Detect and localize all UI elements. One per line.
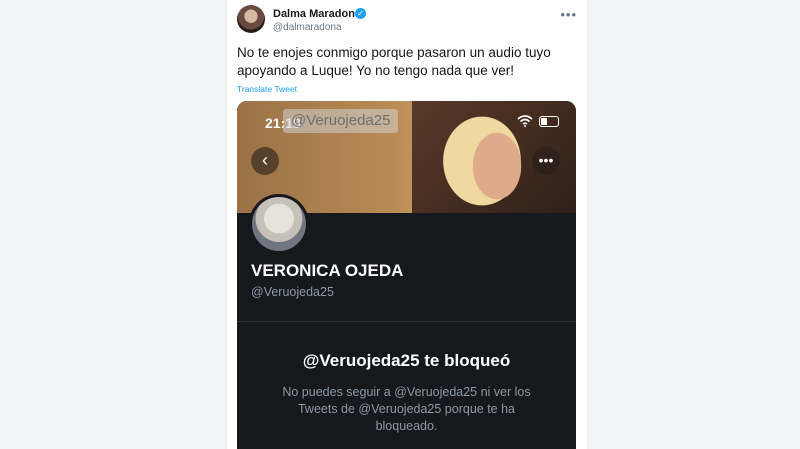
profile-name: VERONICA OJEDA [251,261,404,280]
page-background-left [0,0,226,449]
tweet-media-image[interactable]: 21:19 @Veruojeda25 ‹ ••• VERONICA OJEDA … [237,101,576,449]
options-icon[interactable]: ••• [532,147,560,175]
back-icon[interactable]: ‹ [251,147,279,175]
tweet-text: No te enojes conmigo porque pasaron un a… [237,45,551,78]
blocked-message: No puedes seguir a @Veruojeda25 ni ver l… [282,385,531,433]
author-avatar[interactable] [237,5,265,33]
profile-avatar [249,194,309,254]
page-background-right [586,0,800,449]
translate-tweet-link[interactable]: Translate Tweet [237,84,297,94]
verified-icon: ✓ [355,8,366,19]
battery-icon [539,116,559,127]
profile-divider [237,321,576,322]
author-name[interactable]: Dalma Maradona [273,8,361,20]
more-icon[interactable]: ••• [560,7,577,22]
blocked-title: @Veruojeda25 te bloqueó [302,351,511,370]
watermark: @Veruojeda25 [283,109,399,133]
tweet-header: Dalma Maradona ✓ @dalmaradona ••• [237,5,577,39]
profile-handle: @Veruojeda25 [251,285,334,299]
wifi-icon [517,115,533,127]
author-handle[interactable]: @dalmaradona [273,22,342,33]
tweet-card: Dalma Maradona ✓ @dalmaradona ••• No te … [226,0,588,449]
